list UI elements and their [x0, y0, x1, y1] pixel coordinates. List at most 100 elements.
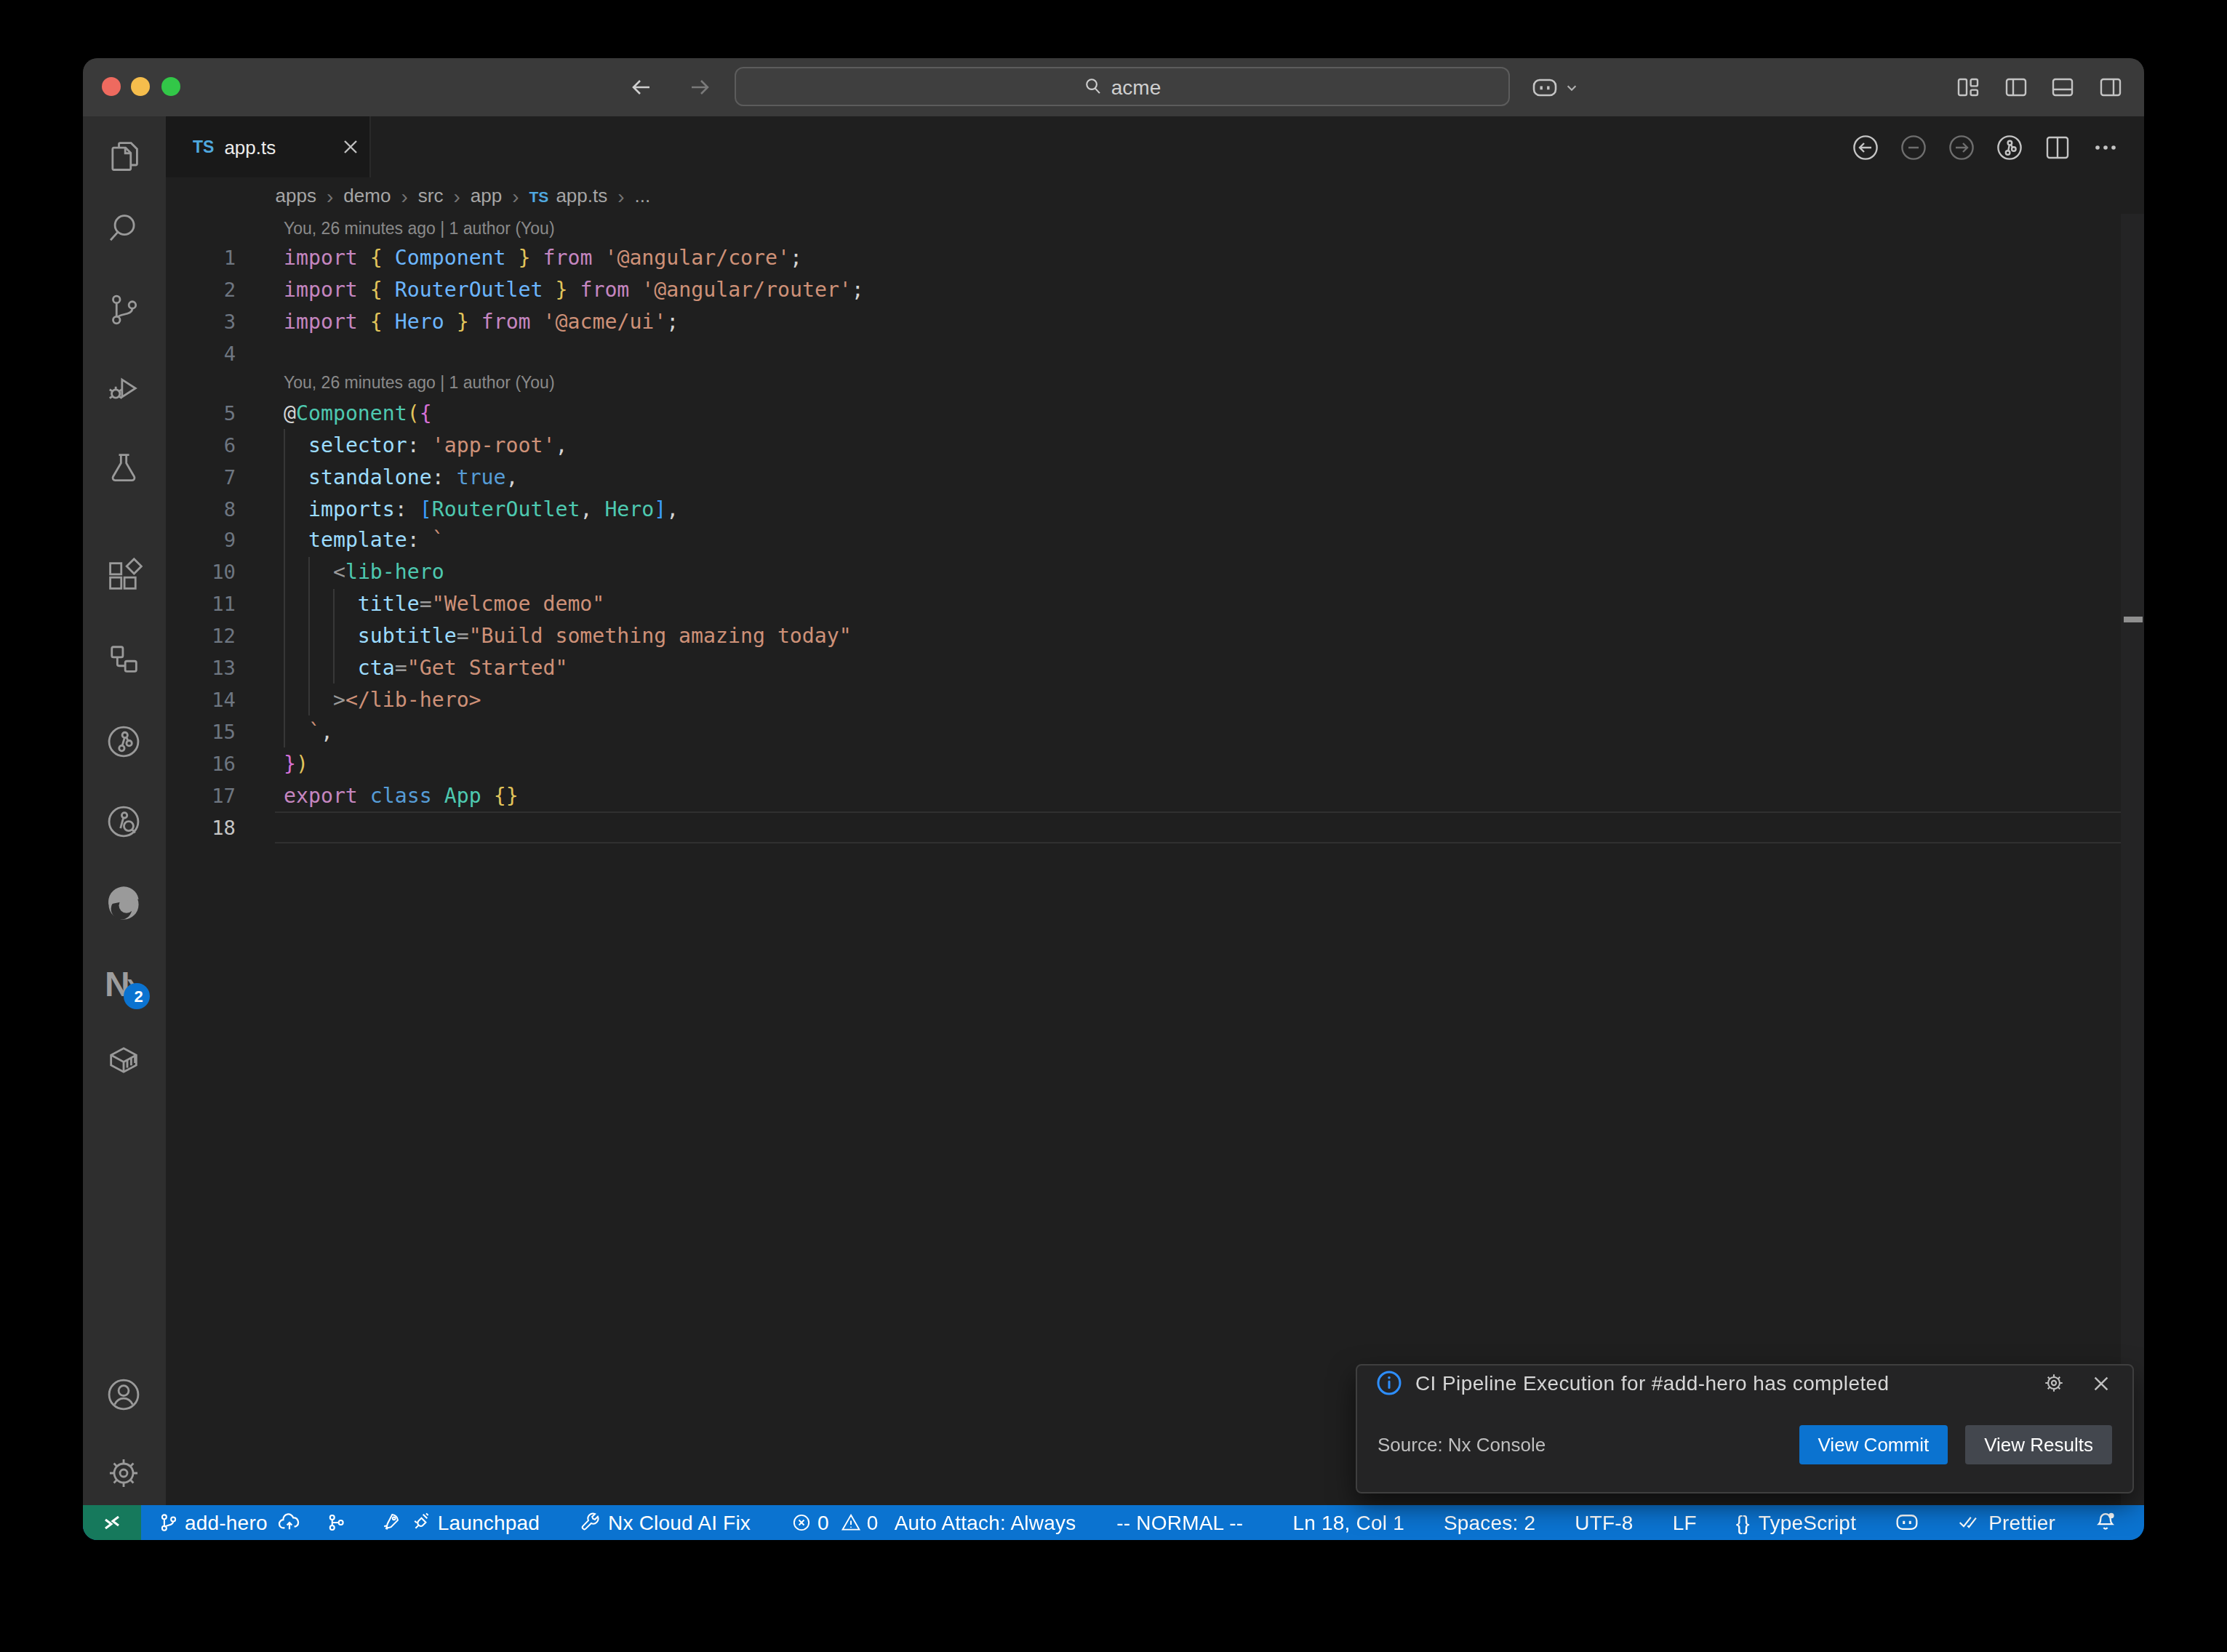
history-back-icon[interactable] — [630, 76, 653, 99]
account-icon[interactable] — [105, 1375, 143, 1413]
extensions-icon[interactable] — [105, 557, 143, 595]
toggle-primary-sidebar-icon[interactable] — [2004, 76, 2027, 99]
cursor-position-item[interactable]: Ln 18, Col 1 — [1293, 1511, 1404, 1534]
git-graph-status-item[interactable] — [326, 1512, 346, 1533]
breadcrumb-item[interactable]: demo — [343, 185, 391, 206]
gitlens-icon[interactable] — [105, 723, 143, 761]
notification-source: Source: Nx Console — [1378, 1434, 1799, 1456]
copilot-menu[interactable] — [1532, 58, 1578, 116]
source-control-icon[interactable] — [105, 290, 143, 328]
search-view-icon[interactable] — [105, 209, 143, 247]
screen: acme N› 2 — [0, 0, 2227, 1652]
remote-indicator[interactable] — [83, 1504, 141, 1540]
source-control-graph-icon[interactable] — [1996, 133, 2023, 161]
tab-label: app.ts — [224, 136, 276, 158]
gitlens-inspect-icon[interactable] — [105, 803, 143, 841]
error-icon — [791, 1512, 812, 1533]
notifications-bell-icon[interactable] — [2095, 1512, 2116, 1533]
run-debug-icon[interactable] — [105, 369, 143, 406]
activity-bar: N› 2 — [83, 116, 165, 1504]
tab-close-icon[interactable] — [338, 135, 361, 159]
breadcrumb-item[interactable]: src — [418, 185, 444, 206]
blame-annotation: You, 26 minutes ago | 1 author (You) — [165, 369, 2120, 397]
code-line-5[interactable]: 5@Component({ — [165, 397, 2120, 429]
view-commit-button[interactable]: View Commit — [1799, 1425, 1948, 1464]
close-window-button[interactable] — [102, 77, 121, 96]
launchpad-status-item[interactable]: Launchpad — [380, 1511, 540, 1534]
nx-cloud-status-item[interactable]: Nx Cloud AI Fix — [579, 1511, 751, 1534]
code-line-7[interactable]: 7 standalone: true, — [165, 460, 2120, 492]
copilot-status-icon[interactable] — [1895, 1512, 1919, 1533]
customize-layout-icon[interactable] — [1956, 76, 1980, 99]
problems-status-item[interactable]: 0 0 — [791, 1511, 879, 1534]
explorer-icon[interactable] — [105, 136, 143, 174]
code-line-14[interactable]: 14 ></lib-hero> — [165, 683, 2120, 715]
language-mode-item[interactable]: {}TypeScript — [1736, 1511, 1856, 1534]
notification-close-icon[interactable] — [2090, 1372, 2112, 1394]
branch-status-item[interactable]: add-hero — [159, 1511, 301, 1534]
code-rows: You, 26 minutes ago | 1 author (You) 1imp… — [165, 214, 2120, 843]
split-editor-icon[interactable] — [2044, 133, 2071, 161]
breadcrumb-separator: › — [453, 184, 460, 207]
testing-icon[interactable] — [105, 449, 143, 487]
remote-icon — [100, 1511, 124, 1534]
breadcrumb-item[interactable]: app — [471, 185, 502, 206]
search-value: acme — [1111, 75, 1161, 98]
indentation-item[interactable]: Spaces: 2 — [1444, 1511, 1535, 1534]
editor[interactable]: You, 26 minutes ago | 1 author (You) 1imp… — [165, 214, 2144, 1504]
code-line-10[interactable]: 10 <lib-hero — [165, 556, 2120, 588]
notification-title: CI Pipeline Execution for #add-hero has … — [1415, 1371, 2042, 1395]
notification-settings-icon[interactable] — [2042, 1371, 2066, 1395]
breadcrumb-item[interactable]: TSapp.ts — [529, 185, 608, 206]
encoding-item[interactable]: UTF-8 — [1575, 1511, 1633, 1534]
eol-item[interactable]: LF — [1673, 1511, 1697, 1534]
code-line-6[interactable]: 6 selector: 'app-root', — [165, 428, 2120, 460]
view-results-button[interactable]: View Results — [1965, 1425, 2112, 1464]
hierarchy-view-icon[interactable] — [105, 640, 143, 678]
code-line-12[interactable]: 12 subtitle="Build something amazing tod… — [165, 620, 2120, 652]
braces-icon: {} — [1736, 1511, 1750, 1534]
toggle-panel-icon[interactable] — [2051, 76, 2074, 99]
breadcrumb-item[interactable]: ... — [635, 185, 651, 206]
code-line-11[interactable]: 11 title="Welcmoe demo" — [165, 588, 2120, 620]
command-center-search[interactable]: acme — [735, 67, 1510, 106]
title-bar: acme — [83, 58, 2144, 116]
code-line-18[interactable]: 18 — [165, 811, 2120, 843]
launchpad-label: Launchpad — [438, 1511, 540, 1534]
code-line-4[interactable]: 4 — [165, 337, 2120, 369]
cloud-upload-icon — [278, 1512, 301, 1533]
code-line-15[interactable]: 15 `, — [165, 715, 2120, 747]
tab-app-ts[interactable]: TS app.ts — [165, 116, 370, 177]
more-actions-icon[interactable] — [2092, 133, 2119, 161]
info-icon — [1376, 1370, 1402, 1396]
containers-icon[interactable] — [105, 1041, 143, 1079]
warning-icon — [841, 1512, 861, 1533]
auto-attach-status-item[interactable]: Auto Attach: Always — [895, 1511, 1076, 1534]
maximize-window-button[interactable] — [161, 77, 180, 96]
prettier-status-item[interactable]: Prettier — [1958, 1511, 2055, 1534]
code-line-9[interactable]: 9 template: ` — [165, 524, 2120, 556]
scrollbar[interactable] — [2120, 214, 2144, 1504]
breadcrumb[interactable]: apps›demo›src›app›TSapp.ts›... — [165, 177, 2144, 214]
settings-gear-icon[interactable] — [105, 1453, 143, 1491]
code-line-16[interactable]: 16}) — [165, 747, 2120, 779]
code-line-17[interactable]: 17export class App {} — [165, 779, 2120, 811]
history-forward-icon[interactable] — [688, 76, 711, 99]
vscode-window: acme N› 2 — [83, 58, 2144, 1540]
nav-forward-circle-icon[interactable] — [1948, 133, 1975, 161]
code-line-2[interactable]: 2import { RouterOutlet } from '@angular/… — [165, 273, 2120, 305]
wrench-icon — [579, 1512, 601, 1533]
minimize-window-button[interactable] — [132, 77, 151, 96]
nx-console-icon[interactable]: N› 2 — [105, 965, 143, 1003]
code-line-1[interactable]: 1import { Component } from '@angular/cor… — [165, 241, 2120, 273]
nav-back-circle-icon[interactable] — [1852, 133, 1879, 161]
breadcrumb-item[interactable]: apps — [276, 185, 316, 206]
nav-circle-icon[interactable] — [1900, 133, 1927, 161]
code-line-3[interactable]: 3import { Hero } from '@acme/ui'; — [165, 305, 2120, 337]
code-line-8[interactable]: 8 imports: [RouterOutlet, Hero], — [165, 492, 2120, 524]
vim-mode-status-item[interactable]: -- NORMAL -- — [1116, 1511, 1243, 1534]
edge-tools-icon[interactable] — [105, 885, 143, 923]
copilot-icon — [1532, 76, 1558, 98]
code-line-13[interactable]: 13 cta="Get Started" — [165, 652, 2120, 684]
toggle-secondary-sidebar-icon[interactable] — [2098, 76, 2122, 99]
